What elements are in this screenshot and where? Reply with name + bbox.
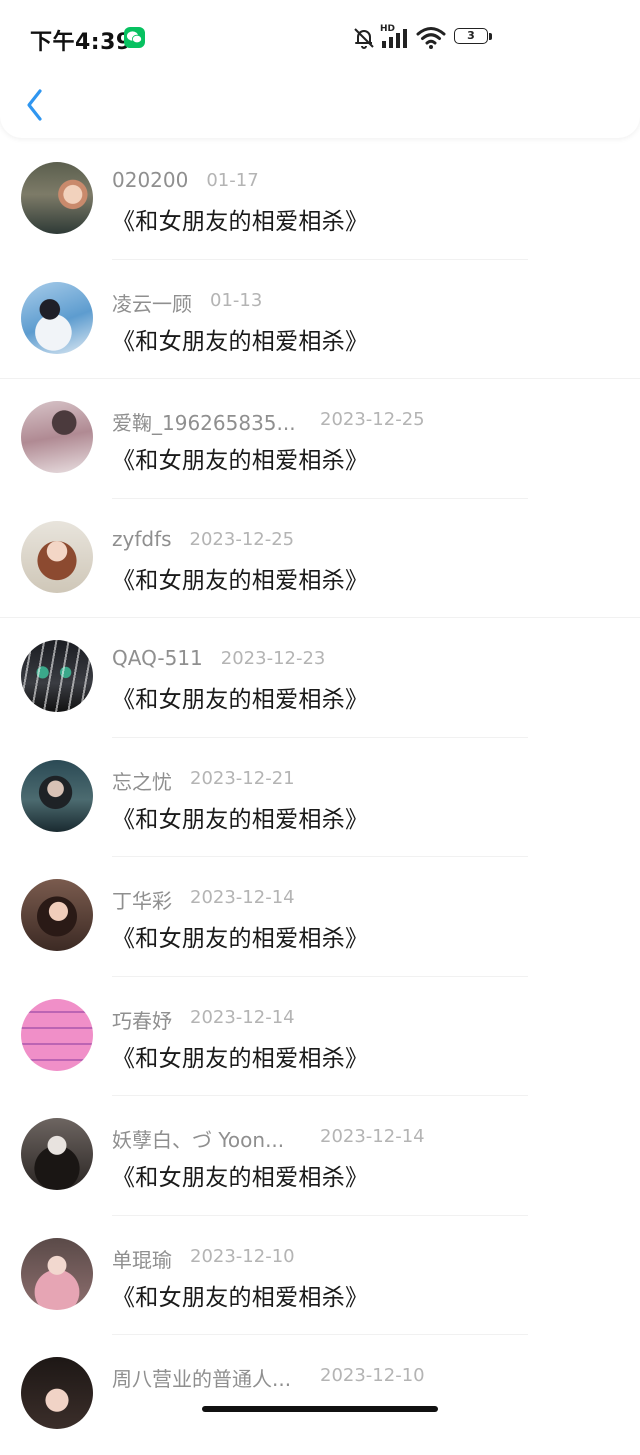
user-name[interactable]: 020200	[112, 168, 188, 192]
post-date: 2023-12-14	[190, 1006, 295, 1028]
wifi-icon	[416, 24, 446, 54]
top-bar: 下午4:39 HD 3	[0, 0, 640, 138]
avatar[interactable]	[21, 162, 93, 234]
user-name[interactable]: 单琨瑜	[112, 1244, 172, 1273]
item-title[interactable]: 《和女朋友的相爱相杀》	[112, 919, 368, 953]
status-time: 下午4:39	[30, 30, 132, 55]
avatar[interactable]	[21, 1118, 93, 1190]
user-name[interactable]: 丁华彩	[112, 885, 172, 914]
item-title[interactable]: 《和女朋友的相爱相杀》	[112, 202, 368, 236]
list-item[interactable]: 单琨瑜 2023-12-10 《和女朋友的相爱相杀》	[0, 1216, 640, 1335]
post-date: 2023-12-14	[320, 1126, 425, 1147]
battery-level: 3	[467, 29, 475, 42]
list-item[interactable]: 巧春妤 2023-12-14 《和女朋友的相爱相杀》	[0, 977, 640, 1096]
post-date: 2023-12-10	[190, 1245, 295, 1267]
mute-bell-icon	[352, 26, 376, 54]
user-name[interactable]: 妖孽白、づ Yoon...	[112, 1124, 302, 1153]
list-item[interactable]: QAQ-511 2023-12-23 《和女朋友的相爱相杀》	[0, 618, 640, 738]
user-name[interactable]: 爱鞠_196265835...	[112, 407, 302, 436]
item-title[interactable]: 《和女朋友的相爱相杀》	[112, 680, 368, 714]
user-name[interactable]: 忘之忧	[112, 766, 172, 795]
battery-icon: 3	[454, 28, 496, 46]
post-date: 2023-12-23	[220, 648, 326, 669]
chevron-left-icon	[18, 89, 54, 130]
list-item[interactable]: 020200 01-17 《和女朋友的相爱相杀》	[0, 140, 640, 260]
list-item[interactable]: 爱鞠_196265835... 2023-12-25 《和女朋友的相爱相杀》	[0, 379, 640, 499]
user-name[interactable]: 巧春妤	[112, 1005, 172, 1034]
user-name[interactable]: QAQ-511	[112, 646, 203, 670]
item-title[interactable]: 《和女朋友的相爱相杀》	[112, 1158, 368, 1192]
item-title[interactable]: 《和女朋友的相爱相杀》	[112, 1278, 368, 1312]
avatar[interactable]	[21, 1357, 93, 1429]
avatar[interactable]	[21, 998, 93, 1071]
status-bar: 下午4:39 HD 3	[0, 0, 640, 76]
comment-list: 020200 01-17 《和女朋友的相爱相杀》 凌云一顾 01-13 《和女朋友的…	[0, 140, 640, 1455]
home-indicator[interactable]	[202, 1406, 438, 1412]
item-title[interactable]: 《和女朋友的相爱相杀》	[112, 800, 368, 834]
avatar[interactable]	[21, 281, 93, 354]
user-name[interactable]: 周八营业的普通人...	[112, 1363, 302, 1392]
avatar[interactable]	[21, 520, 93, 593]
back-button[interactable]	[18, 86, 54, 126]
avatar[interactable]	[21, 1237, 93, 1310]
list-item[interactable]: 妖孽白、づ Yoon... 2023-12-14 《和女朋友的相爱相杀》	[0, 1096, 640, 1216]
user-name[interactable]: zyfdfs	[112, 527, 172, 551]
post-date: 01-13	[210, 289, 263, 311]
post-date: 01-17	[206, 170, 259, 191]
post-date: 2023-12-21	[190, 767, 295, 789]
wechat-notification-icon	[124, 27, 145, 48]
post-date: 2023-12-25	[189, 528, 295, 550]
item-title[interactable]: 《和女朋友的相爱相杀》	[112, 322, 368, 356]
list-item[interactable]: zyfdfs 2023-12-25 《和女朋友的相爱相杀》	[0, 499, 640, 618]
post-date: 2023-12-14	[190, 887, 295, 908]
list-item[interactable]: 周八营业的普通人... 2023-12-10	[0, 1335, 640, 1455]
item-title[interactable]: 《和女朋友的相爱相杀》	[112, 1039, 368, 1073]
list-item[interactable]: 丁华彩 2023-12-14 《和女朋友的相爱相杀》	[0, 857, 640, 977]
avatar[interactable]	[21, 759, 93, 832]
item-title[interactable]: 《和女朋友的相爱相杀》	[112, 561, 368, 595]
post-date: 2023-12-25	[320, 409, 425, 430]
list-item[interactable]: 忘之忧 2023-12-21 《和女朋友的相爱相杀》	[0, 738, 640, 857]
post-date: 2023-12-10	[320, 1365, 425, 1386]
avatar[interactable]	[21, 401, 93, 473]
avatar[interactable]	[21, 879, 93, 951]
avatar[interactable]	[21, 640, 93, 712]
item-title[interactable]: 《和女朋友的相爱相杀》	[112, 441, 368, 475]
user-name[interactable]: 凌云一顾	[112, 288, 192, 317]
list-item[interactable]: 凌云一顾 01-13 《和女朋友的相爱相杀》	[0, 260, 640, 379]
